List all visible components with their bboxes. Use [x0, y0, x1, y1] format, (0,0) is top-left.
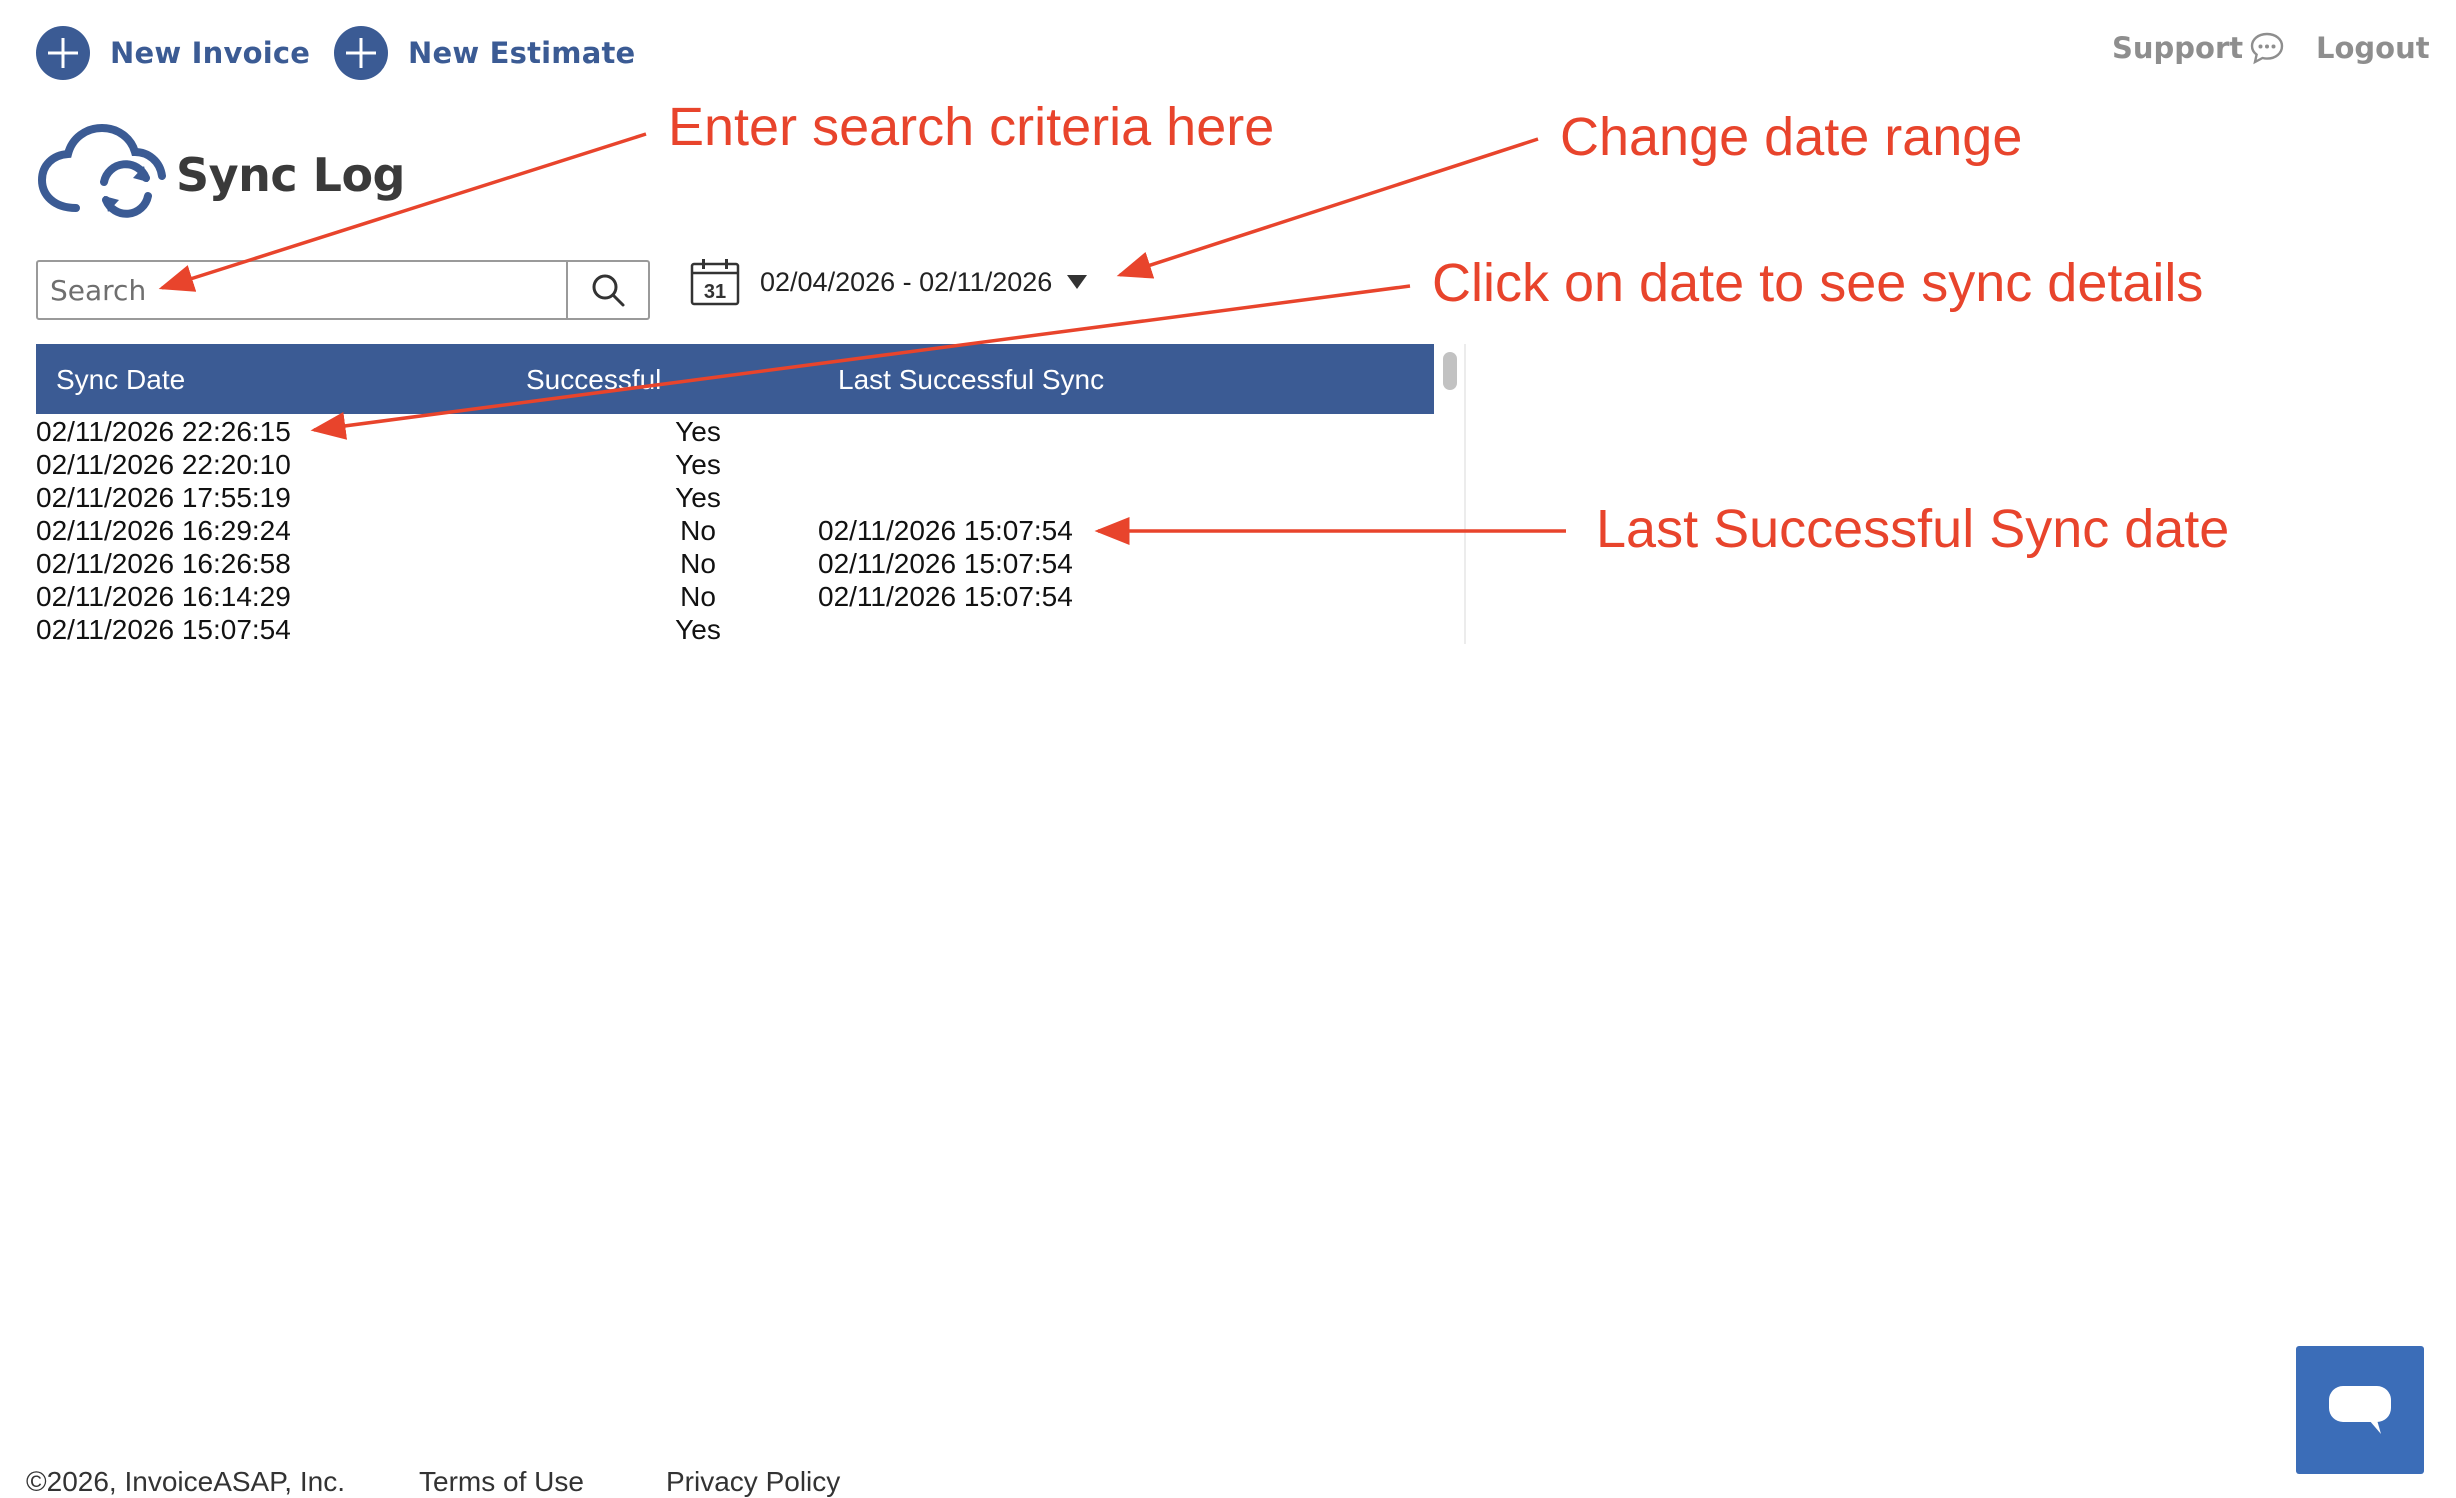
calendar-day-text: 31: [704, 281, 726, 303]
chat-widget-button[interactable]: [2296, 1346, 2424, 1474]
support-label: Support: [2112, 31, 2244, 65]
logout-link[interactable]: Logout: [2316, 31, 2430, 65]
new-invoice-button[interactable]: New Invoice: [36, 26, 310, 80]
date-range-text: 02/04/2026 - 02/11/2026: [760, 266, 1053, 297]
table-row[interactable]: 02/11/2026 17:55:19 Yes: [36, 480, 1434, 513]
table-header: Sync Date Successful Last Successful Syn…: [36, 344, 1434, 414]
cloud-sync-icon: [37, 123, 166, 218]
support-link[interactable]: Support: [2112, 31, 2285, 65]
table-row[interactable]: 02/11/2026 16:14:29 No 02/11/2026 15:07:…: [36, 579, 1434, 612]
table-row[interactable]: 02/11/2026 16:29:24 No 02/11/2026 15:07:…: [36, 513, 1434, 546]
successful-cell: Yes: [675, 482, 721, 513]
terms-of-use-link[interactable]: Terms of Use: [419, 1466, 584, 1498]
chat-icon: [2329, 1386, 2391, 1434]
sync-date-link[interactable]: 02/11/2026 15:07:54: [36, 614, 291, 646]
last-successful-sync-cell: 02/11/2026 15:07:54: [818, 581, 1073, 612]
annotation-click-date: Click on date to see sync details: [1432, 253, 2204, 313]
table-row[interactable]: 02/11/2026 22:26:15 Yes: [36, 414, 1434, 447]
table-row[interactable]: 02/11/2026 22:20:10 Yes: [36, 447, 1434, 480]
sync-log-table: Sync Date Successful Last Successful Syn…: [36, 344, 1466, 645]
sync-date-link[interactable]: 02/11/2026 16:14:29: [36, 581, 291, 613]
annotation-date-range: Change date range: [1560, 107, 2023, 167]
last-successful-sync-cell: 02/11/2026 15:07:54: [818, 515, 1073, 546]
plus-circle-icon: [36, 26, 90, 80]
successful-cell: Yes: [675, 449, 721, 480]
plus-circle-icon: [334, 26, 388, 80]
new-estimate-label: New Estimate: [408, 36, 636, 70]
table-row[interactable]: 02/11/2026 15:07:54 Yes: [36, 612, 1434, 645]
last-successful-sync-cell: 02/11/2026 15:07:54: [818, 548, 1073, 579]
scrollbar-thumb[interactable]: [1443, 352, 1457, 390]
sync-date-link[interactable]: 02/11/2026 17:55:19: [36, 482, 291, 514]
caret-down-icon: [1067, 275, 1088, 289]
search-icon: [592, 274, 625, 307]
new-estimate-button[interactable]: New Estimate: [334, 26, 635, 80]
header-last-successful-sync[interactable]: Last Successful Sync: [838, 364, 1104, 396]
new-invoice-label: New Invoice: [110, 36, 311, 70]
privacy-policy-link[interactable]: Privacy Policy: [666, 1466, 840, 1498]
successful-cell: No: [680, 548, 716, 579]
search-button[interactable]: [566, 262, 648, 318]
successful-cell: No: [680, 515, 716, 546]
annotation-arrows: [158, 132, 1566, 545]
chat-bubble-icon: [2250, 32, 2284, 65]
search-input[interactable]: [38, 262, 566, 318]
sync-date-link[interactable]: 02/11/2026 16:26:58: [36, 548, 291, 580]
sync-date-link[interactable]: 02/11/2026 22:26:15: [36, 416, 291, 448]
calendar-icon: 31: [690, 259, 740, 306]
successful-cell: No: [680, 581, 716, 612]
header-successful[interactable]: Successful: [526, 364, 661, 396]
date-range-picker[interactable]: 31 02/04/2026 - 02/11/2026: [690, 258, 1088, 306]
page-title: Sync Log: [176, 148, 406, 202]
search-box: [36, 260, 650, 320]
table-scrollbar[interactable]: [1436, 344, 1466, 644]
annotation-last-sync: Last Successful Sync date: [1596, 499, 2230, 559]
annotation-search: Enter search criteria here: [668, 97, 1275, 157]
successful-cell: Yes: [675, 614, 721, 645]
header-sync-date[interactable]: Sync Date: [56, 364, 185, 396]
sync-date-link[interactable]: 02/11/2026 16:29:24: [36, 515, 291, 547]
table-row[interactable]: 02/11/2026 16:26:58 No 02/11/2026 15:07:…: [36, 546, 1434, 579]
sync-date-link[interactable]: 02/11/2026 22:20:10: [36, 449, 291, 481]
successful-cell: Yes: [675, 416, 721, 447]
footer-copyright: ©2026, InvoiceASAP, Inc.: [26, 1466, 345, 1497]
